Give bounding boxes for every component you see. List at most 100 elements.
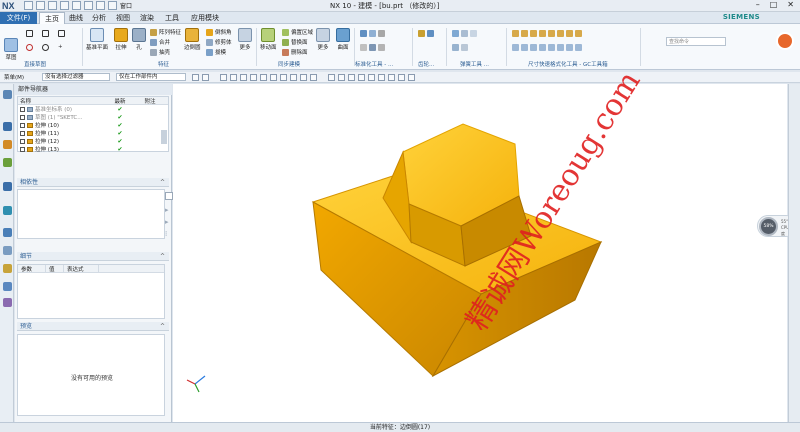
- file-menu[interactable]: 文件(F): [0, 12, 37, 24]
- graphics-window[interactable]: 精诚网Woreoug.com: [173, 65, 787, 422]
- menu-button[interactable]: 菜单(M): [4, 73, 24, 81]
- dimension-tools-2[interactable]: [512, 44, 582, 51]
- undo-icon[interactable]: [36, 1, 45, 10]
- tree-row[interactable]: 拉伸 (12) ✔: [18, 137, 168, 145]
- system-scenes-icon[interactable]: [3, 298, 12, 307]
- col-value[interactable]: 值: [46, 265, 64, 273]
- col-latest[interactable]: 最新: [100, 97, 140, 105]
- arc-tool[interactable]: [26, 44, 33, 51]
- collapse-icon[interactable]: ^: [160, 178, 165, 187]
- layer-icon[interactable]: [398, 74, 405, 81]
- checkbox[interactable]: [20, 106, 25, 112]
- surface-button[interactable]: 曲面: [336, 28, 350, 51]
- history-icon[interactable]: [3, 228, 12, 237]
- bounded-grid-icon[interactable]: [310, 74, 317, 81]
- endpoint-icon[interactable]: [230, 74, 237, 81]
- tree-row[interactable]: 拉伸 (13) ✔: [18, 145, 168, 153]
- quadrant-icon[interactable]: [280, 74, 287, 81]
- tab-applications[interactable]: 应用模块: [186, 12, 224, 24]
- command-search-input[interactable]: 查找命令: [666, 37, 726, 46]
- col-expression[interactable]: 表达式: [64, 265, 99, 273]
- point-on-curve-icon[interactable]: [290, 74, 297, 81]
- replace-face-button[interactable]: 替换面: [282, 38, 308, 46]
- more-features-button[interactable]: 更多: [238, 28, 252, 51]
- view-fit-icon[interactable]: [328, 74, 335, 81]
- redo-icon[interactable]: [48, 1, 57, 10]
- col-name[interactable]: 名称: [18, 97, 100, 105]
- arrow-right-icon[interactable]: ▸: [165, 206, 173, 214]
- more-sync-button[interactable]: 更多: [316, 28, 330, 51]
- cut-icon[interactable]: [60, 1, 69, 10]
- center-icon[interactable]: [270, 74, 277, 81]
- zoom-icon[interactable]: [358, 74, 365, 81]
- extrude-button[interactable]: 拉伸: [114, 28, 128, 51]
- std-tool-2[interactable]: [360, 44, 385, 51]
- orient-view-icon[interactable]: [378, 74, 385, 81]
- tab-home[interactable]: 主页: [39, 12, 65, 24]
- paste-icon[interactable]: [84, 1, 93, 10]
- edge-blend-button[interactable]: 边倒圆: [184, 28, 201, 51]
- delete-face-button[interactable]: 删除面: [282, 48, 308, 56]
- arrow-left-icon[interactable]: ▸: [165, 218, 173, 226]
- offset-region-button[interactable]: 偏置区域: [282, 28, 313, 36]
- checkbox[interactable]: [20, 130, 25, 136]
- selection-scope-select[interactable]: 仅在工作部件内: [116, 73, 186, 81]
- close-icon[interactable]: ✕: [787, 0, 794, 9]
- hole-button[interactable]: 孔: [132, 28, 146, 51]
- collapse-icon[interactable]: ^: [160, 322, 165, 331]
- select-all-icon[interactable]: [192, 74, 199, 81]
- maximize-icon[interactable]: □: [770, 0, 778, 9]
- pan-icon[interactable]: [348, 74, 355, 81]
- dimension-tools-1[interactable]: [512, 30, 582, 37]
- gear-tool[interactable]: [418, 30, 434, 37]
- tree-scrollbar[interactable]: [161, 130, 167, 144]
- web-browser-icon[interactable]: [3, 206, 12, 215]
- window-menu-icon[interactable]: [108, 1, 117, 10]
- minimize-icon[interactable]: –: [756, 0, 760, 9]
- collapse-icon[interactable]: ^: [160, 252, 165, 261]
- point-tool[interactable]: +: [58, 44, 65, 51]
- hd3d-tools-icon[interactable]: [3, 182, 12, 191]
- window-menu[interactable]: 窗口: [120, 1, 132, 10]
- tab-tools[interactable]: 工具: [160, 12, 184, 24]
- trim-body-button[interactable]: 修剪体: [206, 38, 232, 46]
- expand-all-icon[interactable]: ⁞: [165, 230, 173, 238]
- checkbox[interactable]: [20, 138, 25, 144]
- move-face-button[interactable]: 移动面: [260, 28, 277, 51]
- intersection-icon[interactable]: [260, 74, 267, 81]
- save-icon[interactable]: [24, 1, 33, 10]
- dependency-header[interactable]: 相依性 ^: [17, 178, 169, 187]
- selection-filter-select[interactable]: 没有选择过滤器: [42, 73, 110, 81]
- tree-row[interactable]: 拉伸 (11) ✔: [18, 129, 168, 137]
- touch-mode-icon[interactable]: [96, 1, 105, 10]
- chamfer-button[interactable]: 倒斜角: [206, 28, 232, 36]
- tree-row[interactable]: 草图 (1) "SKETC... ✔: [18, 113, 168, 121]
- show-hide-icon[interactable]: [408, 74, 415, 81]
- spring-tool[interactable]: [452, 30, 477, 37]
- control-point-icon[interactable]: [250, 74, 257, 81]
- vertical-scrollbar[interactable]: [788, 84, 800, 422]
- unite-button[interactable]: 合并: [150, 38, 170, 46]
- checkbox[interactable]: [20, 122, 25, 128]
- tree-row[interactable]: 拉伸 (10) ✔: [18, 121, 168, 129]
- tree-row[interactable]: 基准坐标系 (0) ✔: [18, 105, 168, 113]
- snap-point-icon[interactable]: [220, 74, 227, 81]
- line-tool[interactable]: [26, 30, 33, 37]
- roles-icon[interactable]: [3, 282, 12, 291]
- midpoint-icon[interactable]: [240, 74, 247, 81]
- col-comment[interactable]: 附注: [140, 97, 160, 105]
- tab-analysis[interactable]: 分析: [87, 12, 111, 24]
- tab-render[interactable]: 渲染: [135, 12, 159, 24]
- tab-curve[interactable]: 曲线: [64, 12, 88, 24]
- reuse-library-icon[interactable]: [3, 158, 12, 167]
- help-orb-icon[interactable]: [776, 32, 794, 50]
- assembly-navigator-icon[interactable]: [3, 90, 12, 99]
- system-materials-icon[interactable]: [3, 246, 12, 255]
- sketch-button[interactable]: 草图: [4, 38, 18, 61]
- part-navigator-icon[interactable]: [3, 140, 12, 149]
- constraint-navigator-icon[interactable]: [3, 122, 12, 131]
- std-tool-1[interactable]: [360, 30, 385, 37]
- render-style-icon[interactable]: [368, 74, 375, 81]
- rotate-icon[interactable]: [338, 74, 345, 81]
- preview-header[interactable]: 预览 ^: [17, 322, 169, 331]
